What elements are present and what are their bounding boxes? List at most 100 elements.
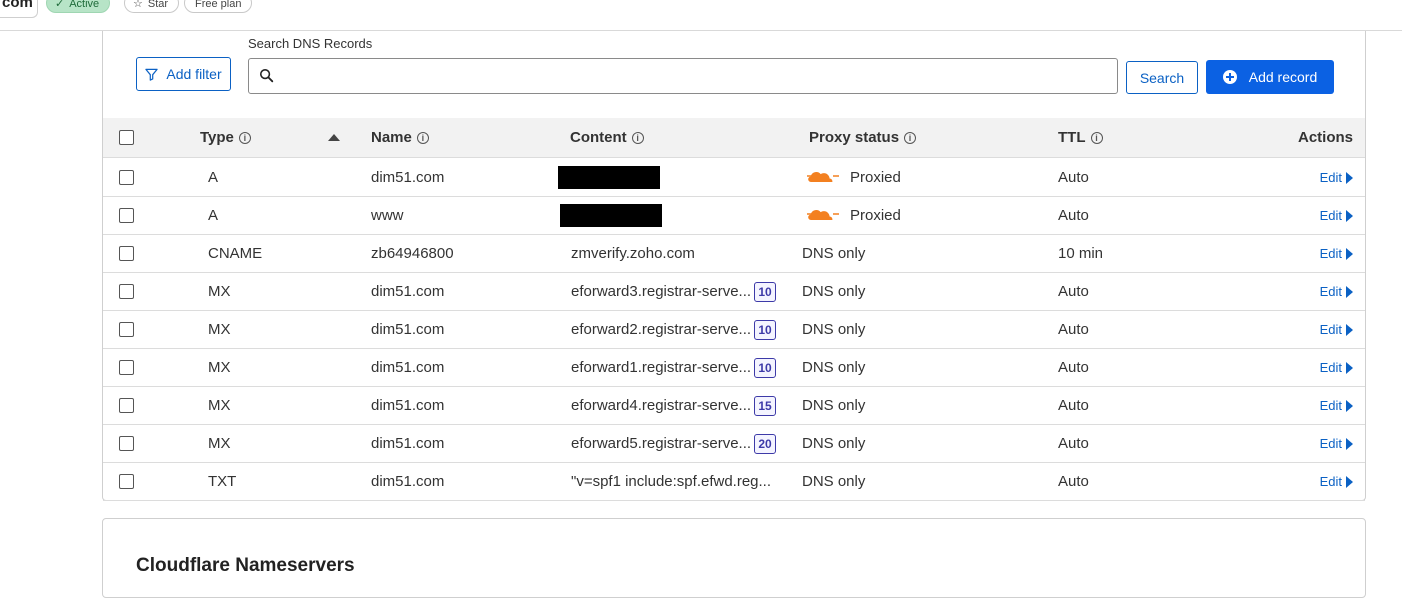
table-row: Adim51.com Proxied Auto Edit	[103, 159, 1365, 197]
name-value: dim51.com	[371, 321, 445, 338]
type-cell: TXT	[208, 463, 236, 500]
star-button[interactable]: ☆ Star	[124, 0, 180, 13]
search-input[interactable]	[281, 63, 1101, 89]
name-value: dim51.com	[371, 397, 445, 414]
ttl-value: Auto	[1058, 283, 1089, 300]
sort-button[interactable]	[328, 118, 340, 157]
row-checkbox[interactable]	[119, 436, 134, 451]
star-label: Star	[147, 0, 169, 10]
plan-badge[interactable]: Free plan	[184, 0, 253, 13]
ttl-value: Auto	[1058, 321, 1089, 338]
row-checkbox[interactable]	[119, 170, 134, 185]
name-cell: dim51.com	[371, 425, 444, 462]
edit-button[interactable]: Edit	[1320, 360, 1353, 375]
dns-records-panel: Add filter Search DNS Records Search Add…	[102, 31, 1366, 501]
edit-button[interactable]: Edit	[1320, 284, 1353, 299]
info-icon[interactable]: i	[631, 131, 644, 144]
row-checkbox[interactable]	[119, 474, 134, 489]
column-ttl[interactable]: TTL i	[1058, 118, 1103, 157]
actions-cell: Edit	[1320, 159, 1353, 196]
edit-button[interactable]: Edit	[1320, 322, 1353, 337]
select-cell	[119, 159, 134, 196]
priority-badge: 20	[754, 433, 777, 454]
content-cell: eforward2.registrar-serve... 10	[571, 311, 777, 348]
edit-arrow-icon	[1346, 171, 1353, 184]
column-name[interactable]: Name i	[371, 118, 429, 157]
nameservers-card: Cloudflare Nameservers	[102, 518, 1366, 598]
column-content-label: Content	[570, 129, 627, 146]
row-checkbox[interactable]	[119, 398, 134, 413]
row-checkbox[interactable]	[119, 246, 134, 261]
info-icon[interactable]: i	[416, 131, 429, 144]
name-cell: dim51.com	[371, 159, 444, 196]
redacted-content	[560, 204, 662, 227]
edit-button[interactable]: Edit	[1320, 398, 1353, 413]
info-icon[interactable]: i	[1090, 131, 1103, 144]
content-cell: eforward4.registrar-serve... 15	[571, 387, 777, 424]
info-icon[interactable]: i	[238, 131, 251, 144]
type-cell: MX	[208, 425, 231, 462]
content-value: zmverify.zoho.com	[571, 245, 695, 262]
table-row: MX dim51.com eforward4.registrar-serve... 1…	[103, 387, 1365, 425]
type-cell: MX	[208, 349, 231, 386]
plus-circle-icon	[1222, 70, 1237, 84]
select-all-checkbox[interactable]	[119, 130, 134, 145]
name-value: dim51.com	[371, 473, 445, 490]
edit-arrow-icon	[1346, 475, 1353, 488]
nameservers-title: Cloudflare Nameservers	[136, 555, 355, 576]
edit-arrow-icon	[1346, 209, 1353, 222]
priority-badge: 15	[754, 395, 777, 416]
type-cell: A	[208, 159, 218, 196]
select-cell	[119, 273, 134, 310]
select-cell	[119, 197, 134, 234]
proxy-status-value: Proxied	[850, 169, 901, 186]
row-checkbox[interactable]	[119, 322, 134, 337]
table-header: Type i Name i Content i Proxy status i TTL i …	[103, 118, 1365, 158]
content-cell	[558, 159, 660, 196]
ttl-value: Auto	[1058, 169, 1089, 186]
edit-label: Edit	[1319, 474, 1342, 489]
type-value: MX	[208, 321, 231, 338]
type-value: A	[208, 207, 219, 224]
content-cell: eforward5.registrar-serve... 20	[571, 425, 777, 462]
name-value: dim51.com	[371, 283, 445, 300]
type-value: CNAME	[208, 245, 263, 262]
edit-button[interactable]: Edit	[1320, 474, 1353, 489]
cloud-proxied-icon	[806, 206, 840, 226]
name-value: dim51.com	[371, 359, 445, 376]
edit-button[interactable]: Edit	[1320, 436, 1353, 451]
row-checkbox[interactable]	[119, 360, 134, 375]
proxy-status-value: DNS only	[802, 435, 866, 452]
edit-arrow-icon	[1346, 399, 1353, 412]
proxy-status-cell: DNS only	[802, 387, 865, 424]
row-checkbox[interactable]	[119, 284, 134, 299]
info-icon[interactable]: i	[904, 131, 917, 144]
ttl-value: Auto	[1058, 359, 1089, 376]
row-checkbox[interactable]	[119, 208, 134, 223]
domain-name: com	[0, 0, 38, 18]
proxy-status-cell: DNS only	[802, 235, 865, 272]
actions-cell: Edit	[1320, 349, 1353, 386]
proxy-status-cell: Proxied	[806, 159, 901, 196]
add-record-button[interactable]: Add record	[1206, 60, 1334, 94]
search-field[interactable]	[248, 58, 1118, 94]
proxy-status-value: DNS only	[802, 283, 866, 300]
proxy-status-value: Proxied	[850, 207, 901, 224]
edit-button[interactable]: Edit	[1320, 170, 1353, 185]
add-filter-button[interactable]: Add filter	[136, 57, 231, 91]
select-cell	[119, 387, 134, 424]
search-label: Search DNS Records	[248, 36, 373, 51]
name-cell: dim51.com	[371, 311, 444, 348]
search-button[interactable]: Search	[1126, 61, 1198, 94]
ttl-value: Auto	[1058, 435, 1089, 452]
edit-button[interactable]: Edit	[1320, 246, 1353, 261]
column-proxy-status[interactable]: Proxy status i	[809, 118, 917, 157]
priority-badge: 10	[754, 319, 777, 340]
column-content[interactable]: Content i	[570, 118, 644, 157]
column-type[interactable]: Type i	[200, 118, 251, 157]
ttl-cell: Auto	[1058, 197, 1089, 234]
status-badge: ✓ Active	[46, 0, 111, 13]
content-value: eforward4.registrar-serve...	[571, 397, 752, 414]
edit-button[interactable]: Edit	[1320, 208, 1353, 223]
edit-label: Edit	[1319, 322, 1342, 337]
